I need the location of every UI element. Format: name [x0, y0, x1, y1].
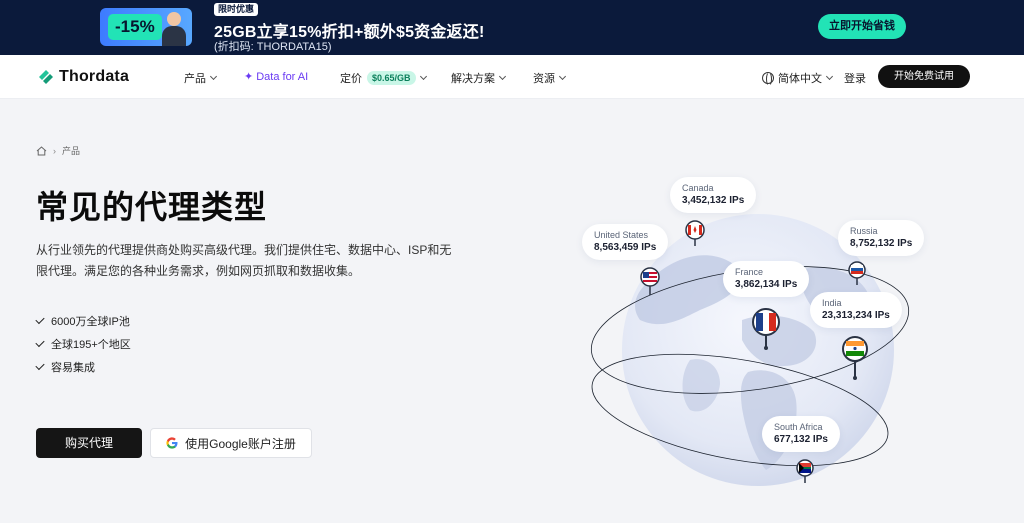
ip-count: 677,132 IPs [774, 434, 828, 445]
nav-item-label: Data for AI [256, 70, 309, 83]
page-title: 常见的代理类型 [36, 189, 268, 225]
feature-list: 6000万全球IP池 全球195+个地区 容易集成 [35, 309, 131, 378]
chevron-right-icon: › [53, 145, 56, 156]
check-icon [35, 337, 45, 347]
nav-item-data-for-ai[interactable]: ✦ Data for AI [244, 70, 309, 84]
ip-count: 8,752,132 IPs [850, 238, 913, 249]
nav-item-label: 资源 [533, 73, 555, 85]
nav-item-pricing[interactable]: 定价 $0.65/GB [340, 70, 427, 86]
promo-tag: 限时优惠 [214, 3, 259, 16]
promo-banner: -15% 限时优惠 25GB立享15%折扣+额外$5资金返还! (折扣码: TH… [0, 0, 1024, 55]
chevron-down-icon [825, 72, 834, 81]
flag-pin-icon [685, 220, 705, 246]
chevron-down-icon [209, 72, 218, 81]
google-signup-button[interactable]: 使用Google账户注册 [150, 428, 312, 458]
promo-discount: -15% [108, 14, 162, 40]
flag-pin-icon [752, 308, 780, 350]
brand-name: Thordata [59, 68, 130, 85]
globe-icon [762, 72, 774, 86]
ip-card-south-africa: South Africa 677,132 IPs [762, 416, 840, 452]
ip-card-united-states: United States 8,563,459 IPs [582, 224, 669, 260]
nav-item-label: 产品 [184, 73, 206, 85]
feature-label: 容易集成 [51, 361, 95, 374]
world-globe-illustration: Canada 3,452,132 IPs United States 8,563… [570, 170, 930, 510]
ip-count: 23,313,234 IPs [822, 310, 890, 321]
check-icon [35, 314, 45, 324]
nav-item-products[interactable]: 产品 [184, 70, 218, 86]
ip-card-india: India 23,313,234 IPs [810, 292, 902, 328]
ip-count: 3,862,134 IPs [735, 279, 798, 290]
login-link[interactable]: 登录 [844, 70, 866, 86]
flag-pin-icon [640, 267, 660, 295]
nav-item-label: 解决方案 [451, 73, 495, 85]
breadcrumb-current: 产品 [62, 146, 81, 156]
nav-item-solutions[interactable]: 解决方案 [451, 70, 507, 86]
ip-card-france: France 3,862,134 IPs [723, 261, 810, 297]
flag-pin-icon [848, 261, 866, 285]
country-name: South Africa [774, 422, 823, 432]
ip-count: 3,452,132 IPs [682, 195, 745, 206]
google-button-label: 使用Google账户注册 [185, 436, 296, 451]
thordata-logo-icon [39, 70, 53, 84]
breadcrumb: › 产品 [36, 144, 80, 157]
home-icon[interactable] [36, 145, 47, 156]
feature-item: 6000万全球IP池 [35, 309, 131, 332]
chevron-down-icon [558, 72, 567, 81]
promo-image: -15% [100, 8, 192, 46]
brand-logo[interactable]: Thordata [37, 67, 129, 87]
nav-item-label: 定价 [340, 73, 362, 85]
sparkle-icon: ✦ [244, 71, 254, 83]
top-nav: Thordata 产品 ✦ Data for AI 定价 $0.65/GB 解决方… [0, 55, 1024, 99]
ip-card-russia: Russia 8,752,132 IPs [838, 220, 925, 256]
language-label: 简体中文 [778, 73, 822, 85]
flag-pin-icon [842, 336, 868, 380]
nav-item-resources[interactable]: 资源 [533, 70, 567, 86]
free-trial-button[interactable]: 开始免费试用 [878, 65, 970, 88]
country-name: Russia [850, 226, 878, 236]
feature-label: 全球195+个地区 [51, 338, 131, 351]
ip-card-canada: Canada 3,452,132 IPs [670, 177, 757, 213]
country-name: France [735, 267, 764, 277]
country-name: Canada [682, 183, 714, 193]
chevron-down-icon [498, 72, 507, 81]
promo-code: (折扣码: THORDATA15) [214, 41, 332, 53]
buy-proxy-button[interactable]: 购买代理 [36, 428, 142, 458]
country-name: India [822, 298, 842, 308]
feature-item: 全球195+个地区 [35, 332, 131, 355]
price-badge: $0.65/GB [367, 71, 416, 85]
ip-count: 8,563,459 IPs [594, 242, 657, 253]
country-name: United States [594, 230, 649, 240]
promo-cta-button[interactable]: 立即开始省钱 [818, 14, 906, 39]
flag-pin-icon [796, 459, 814, 483]
feature-item: 容易集成 [35, 355, 131, 378]
language-selector[interactable]: 简体中文 [762, 70, 834, 86]
google-icon [166, 437, 178, 449]
person-illustration [162, 12, 186, 46]
hero-description: 从行业领先的代理提供商处购买高级代理。我们提供住宅、数据中心、ISP和无限代理。… [36, 243, 452, 278]
chevron-down-icon [419, 72, 427, 81]
feature-label: 6000万全球IP池 [51, 315, 130, 328]
check-icon [35, 360, 45, 370]
